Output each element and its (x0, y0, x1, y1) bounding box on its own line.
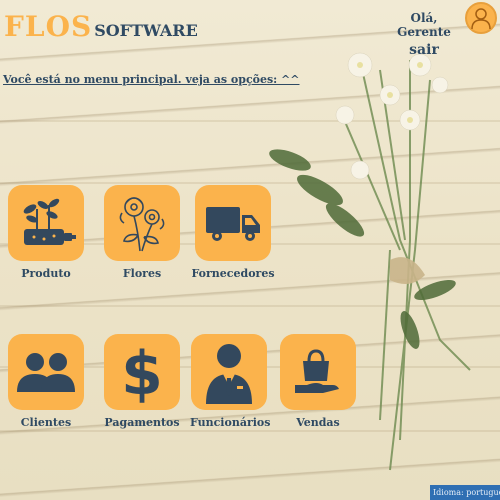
tile-produto-label: Produto (21, 267, 71, 280)
tile-clientes-label: Clientes (20, 416, 72, 429)
tile-funcionarios[interactable]: Funcionários (190, 334, 271, 429)
logout-link[interactable]: sair (384, 42, 464, 58)
plant-box-icon (23, 198, 76, 245)
tile-clientes-box (8, 334, 84, 410)
tile-fornecedores-box (195, 185, 271, 261)
tile-vendas[interactable]: Vendas (279, 334, 357, 429)
tile-pagamentos-box: $ (104, 334, 180, 410)
language-selector[interactable]: Idioma: português (430, 485, 500, 500)
greeting-text: Olá, Gerente (397, 11, 451, 39)
tile-flores[interactable]: Flores (103, 185, 181, 280)
tile-funcionarios-label: Funcionários (190, 416, 271, 429)
flower-icon (119, 197, 165, 252)
tile-produto[interactable]: Produto (7, 185, 85, 280)
tile-produto-box (8, 185, 84, 261)
tile-flores-label: Flores (122, 267, 162, 280)
user-greeting: Olá, Gerente sair (384, 11, 464, 58)
tile-funcionarios-box (191, 334, 267, 410)
tile-pagamentos[interactable]: $ Pagamentos (103, 334, 181, 429)
tile-fornecedores-label: Fornecedores (191, 267, 275, 280)
truck-icon (206, 207, 260, 241)
employee-icon (206, 344, 252, 404)
tile-vendas-box (280, 334, 356, 410)
tile-fornecedores[interactable]: Fornecedores (190, 185, 276, 280)
tile-vendas-label: Vendas (296, 416, 340, 429)
user-avatar[interactable] (465, 2, 497, 34)
shopping-bag-hand-icon (295, 349, 339, 393)
tile-pagamentos-label: Pagamentos (104, 416, 180, 429)
svg-text:$: $ (121, 340, 163, 404)
main-menu-hint: Você está no menu principal. veja as opç… (3, 73, 300, 86)
logo-sub: SOFTWARE (94, 21, 198, 40)
users-icon (17, 353, 75, 392)
user-icon (471, 8, 491, 30)
app-logo: FLOS SOFTWARE (4, 10, 198, 43)
tile-clientes[interactable]: Clientes (7, 334, 85, 429)
logo-main: FLOS (4, 10, 93, 43)
dollar-icon: $ (121, 340, 163, 404)
tile-flores-box (104, 185, 180, 261)
